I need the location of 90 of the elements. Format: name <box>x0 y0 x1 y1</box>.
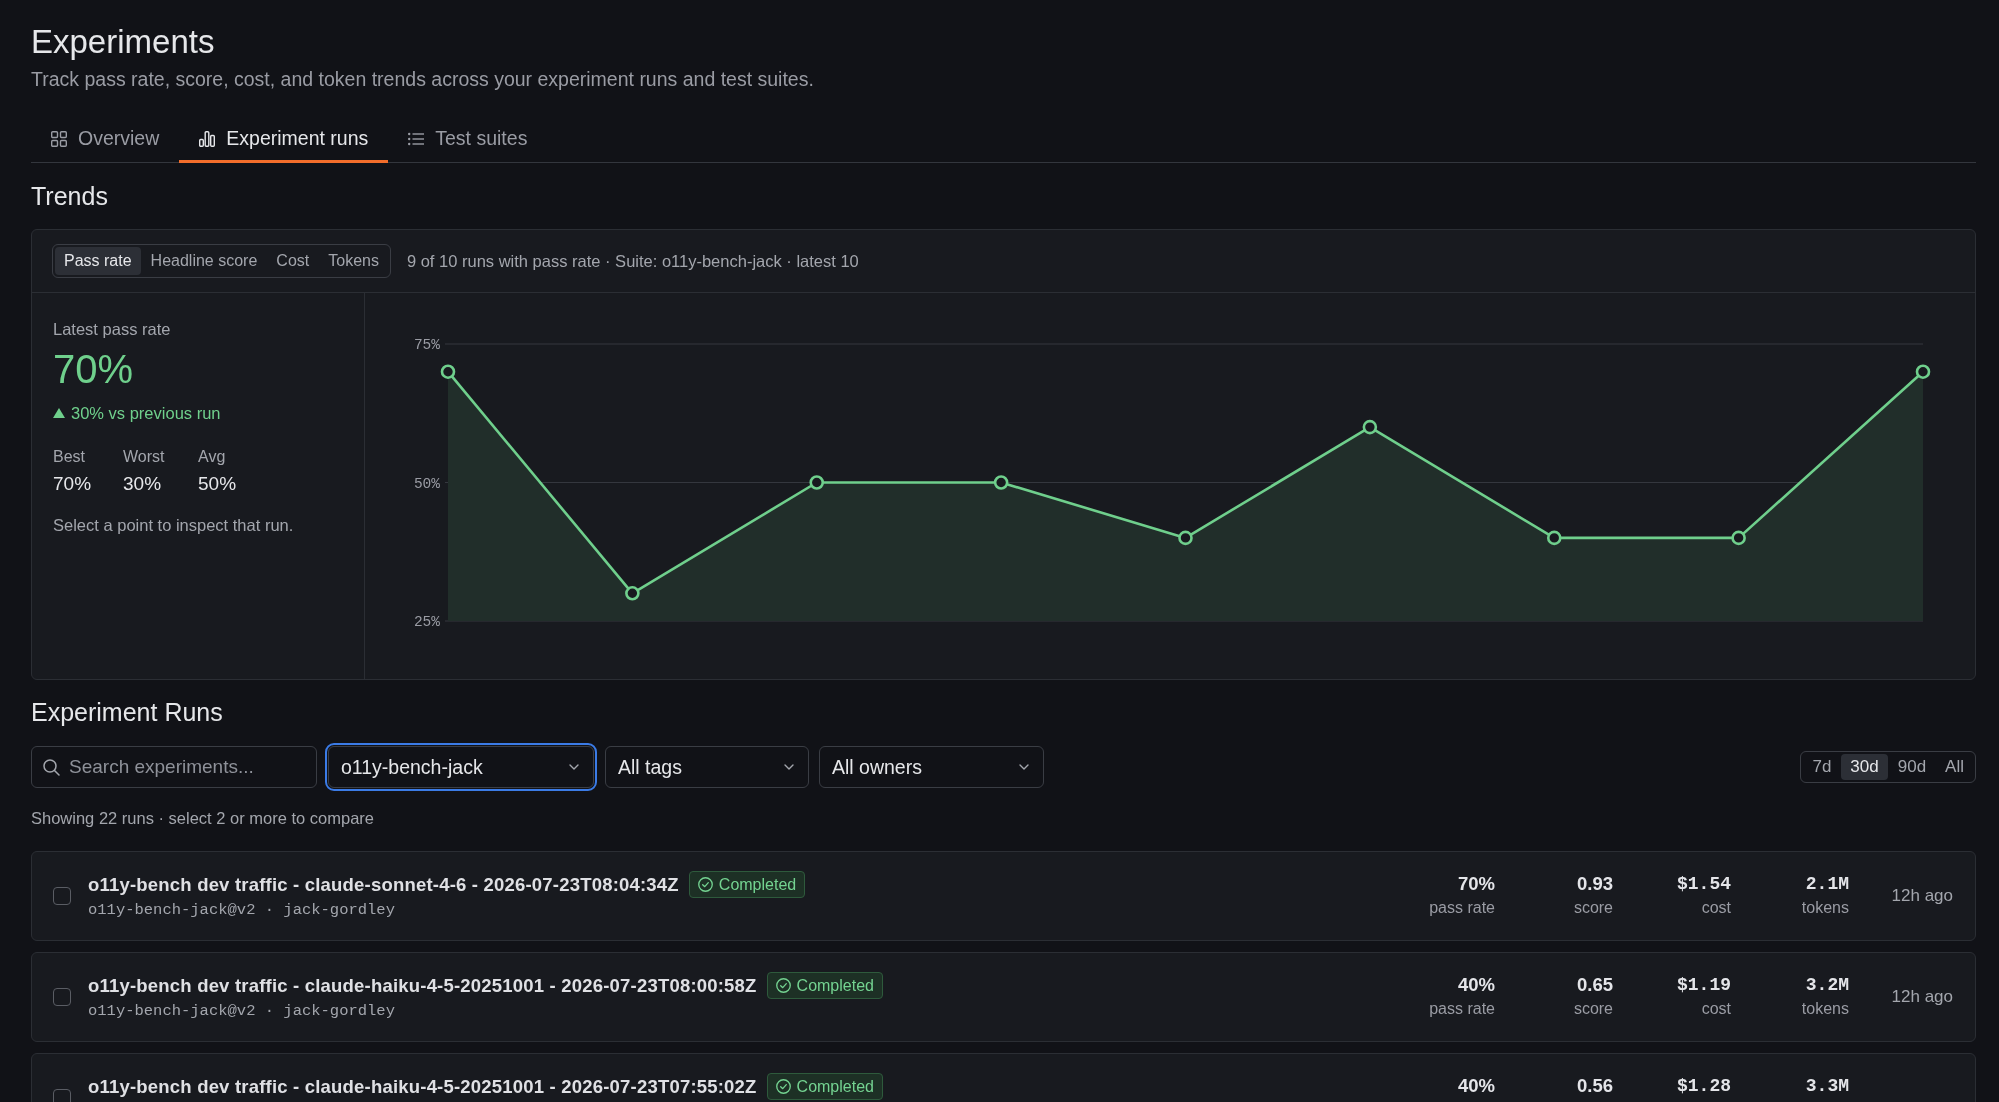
range-option[interactable]: 30d <box>1841 754 1888 780</box>
search-icon <box>43 759 60 776</box>
run-row[interactable]: o11y-bench dev traffic - claude-haiku-4-5-20251001 - 2026-07-23T08:00:58Z Completed o11y-bench-jack@v2 · jack-gordley 40% pass rate 0.65 score $1.19 cost 3.2M tokens 12h ago <box>31 952 1976 1042</box>
tab[interactable]: Experiment runs <box>179 114 389 163</box>
status-badge: Completed <box>688 871 806 898</box>
metric-value: 0.65 <box>1577 973 1613 997</box>
data-point[interactable] <box>1731 530 1746 546</box>
dropdown[interactable]: o11y-bench-jack <box>328 746 594 788</box>
metric-value: 3.3M <box>1805 1075 1849 1098</box>
tab[interactable]: Overview <box>31 114 180 163</box>
check-circle-icon <box>697 877 713 892</box>
axis-label: 75% <box>413 337 440 353</box>
range-option[interactable]: 7d <box>1803 754 1841 780</box>
run-meta: o11y-bench-jack@v2 · jack-gordley <box>88 1001 396 1021</box>
run-row[interactable]: o11y-bench dev traffic - claude-haiku-4-5-20251001 - 2026-07-23T07:55:02Z Completed 40% 0.56 $1.28 3.3M <box>31 1053 1976 1102</box>
metric-value: 0.56 <box>1577 1074 1613 1098</box>
metric-option[interactable]: Headline score <box>141 247 267 275</box>
metric-label: score <box>1573 898 1613 918</box>
metric-value: 0.93 <box>1577 872 1613 896</box>
data-point[interactable] <box>440 364 456 379</box>
metric-value: 2.1M <box>1805 873 1849 896</box>
status-badge: Completed <box>766 972 883 999</box>
range-option[interactable]: All <box>1936 754 1973 780</box>
stat-value: 70% <box>53 472 92 496</box>
run-time: 12h ago <box>1891 886 1953 906</box>
status-badge: Completed <box>766 1073 883 1100</box>
metric-value: 40% <box>1457 1074 1495 1098</box>
tab[interactable]: Test suites <box>388 114 548 163</box>
data-point[interactable] <box>993 475 1009 490</box>
data-point[interactable] <box>1178 530 1193 546</box>
run-title: o11y-bench dev traffic - claude-haiku-4-5-20251001 - 2026-07-23T08:00:58Z <box>88 973 757 998</box>
metric-label: pass rate <box>1429 999 1495 1019</box>
run-title: o11y-bench dev traffic - claude-haiku-4-5-20251001 - 2026-07-23T07:55:02Z <box>88 1074 757 1099</box>
triangle-up-icon <box>53 408 65 418</box>
range-option[interactable]: 90d <box>1888 754 1936 780</box>
list-icon <box>408 131 425 146</box>
run-row[interactable]: o11y-bench dev traffic - claude-sonnet-4-6 - 2026-07-23T08:04:34Z Completed o11y-bench-jack@v2 · jack-gordley 70% pass rate 0.93 score $1.54 cost 2.1M tokens 12h ago <box>31 851 1976 941</box>
change-text: 30% vs previous run <box>71 403 221 423</box>
data-point[interactable] <box>809 475 825 490</box>
chevron-down-icon <box>569 764 579 770</box>
bar-chart-icon <box>199 130 216 147</box>
metric-value: $1.19 <box>1677 974 1731 997</box>
axis-label: 25% <box>413 614 440 630</box>
check-circle-icon <box>775 1079 791 1094</box>
dropdown[interactable]: All tags <box>605 746 809 788</box>
data-point[interactable] <box>1362 419 1378 435</box>
metric-value: 3.2M <box>1805 974 1849 997</box>
page-title: Experiments <box>31 22 215 62</box>
results-summary: Showing 22 runs · select 2 or more to compare <box>31 808 375 828</box>
stat-value: 30% <box>123 472 162 496</box>
stat-label: Worst <box>123 447 165 467</box>
metric-option[interactable]: Cost <box>267 247 319 275</box>
metric-value: 70% <box>1457 872 1495 896</box>
page-subtitle: Track pass rate, score, cost, and token trends across your experiment runs and test suites. <box>31 67 814 92</box>
latest-value: 70% <box>53 346 135 392</box>
metric-value: 40% <box>1457 973 1495 997</box>
chevron-down-icon <box>784 764 794 770</box>
metric-label: cost <box>1701 999 1731 1019</box>
data-point[interactable] <box>625 586 640 601</box>
metric-option[interactable]: Pass rate <box>55 247 141 275</box>
section-heading: Trends <box>31 181 109 211</box>
dropdown[interactable]: All owners <box>819 746 1044 788</box>
data-point[interactable] <box>1915 364 1931 379</box>
metric-label: score <box>1573 999 1613 1019</box>
stat-label: Latest pass rate <box>53 319 172 339</box>
chart-summary: 9 of 10 runs with pass rate · Suite: o11y-bench-jack · latest 10 <box>406 251 859 271</box>
metric-option[interactable]: Tokens <box>319 247 388 275</box>
checkbox[interactable] <box>53 887 71 905</box>
metric-value: $1.54 <box>1677 873 1731 896</box>
chevron-down-icon <box>1019 764 1029 770</box>
metric-label: tokens <box>1801 898 1849 918</box>
metric-label: pass rate <box>1429 898 1495 918</box>
data-point[interactable] <box>1546 530 1562 546</box>
stat-label: Best <box>53 447 85 467</box>
checkbox[interactable] <box>53 1089 71 1102</box>
metric-value: $1.28 <box>1677 1075 1731 1098</box>
hint-text: Select a point to inspect that run. <box>53 515 295 535</box>
axis-label: 50% <box>413 475 440 492</box>
section-heading: Experiment Runs <box>31 697 224 727</box>
metric-label: cost <box>1701 898 1731 918</box>
run-time: 12h ago <box>1891 987 1953 1007</box>
checkbox[interactable] <box>53 988 71 1006</box>
stat-label: Avg <box>198 447 226 467</box>
run-meta: o11y-bench-jack@v2 · jack-gordley <box>88 900 396 920</box>
check-circle-icon <box>775 978 791 993</box>
metric-label: tokens <box>1801 999 1849 1019</box>
stat-value: 50% <box>198 472 237 496</box>
search-field[interactable]: Search experiments... <box>31 746 317 788</box>
grid-icon <box>51 130 67 147</box>
run-title: o11y-bench dev traffic - claude-sonnet-4-6 - 2026-07-23T08:04:34Z <box>88 872 679 897</box>
